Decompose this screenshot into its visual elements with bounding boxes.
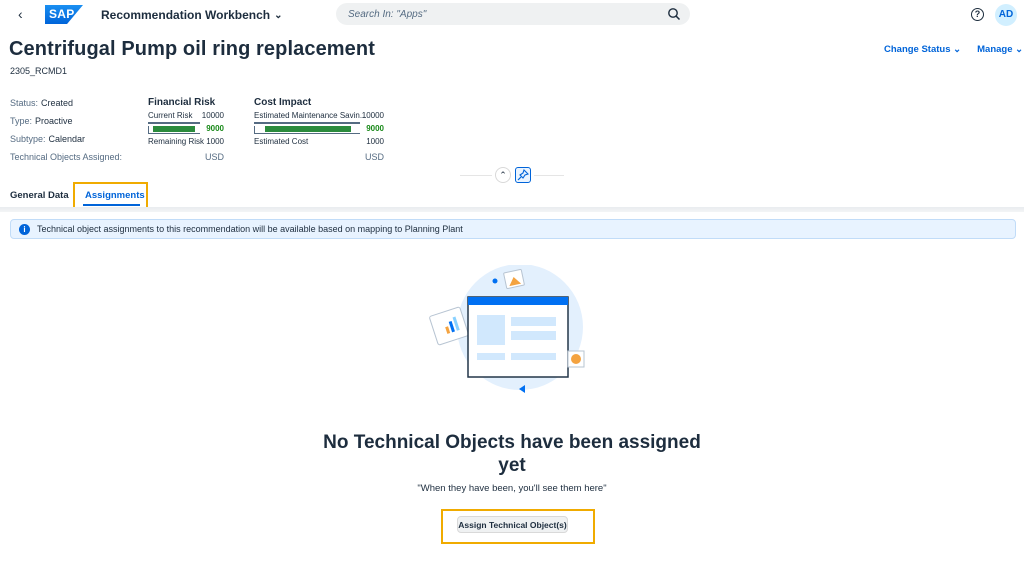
financial-risk-title: Financial Risk bbox=[148, 97, 216, 108]
callout-highlight-button bbox=[441, 509, 595, 544]
financial-risk-currency: USD bbox=[205, 152, 225, 162]
collapse-header-button[interactable]: ⌃ bbox=[495, 167, 511, 183]
info-message-text: Technical object assignments to this rec… bbox=[37, 224, 463, 234]
subtype-value: Calendar bbox=[48, 134, 86, 144]
status-label: Status: bbox=[10, 98, 39, 108]
chevron-left-icon[interactable]: ‹ bbox=[18, 6, 23, 22]
remaining-risk-label: Remaining Risk bbox=[148, 137, 205, 146]
search-input[interactable] bbox=[348, 8, 648, 20]
empty-state-subtitle: "When they have been, you'll see them he… bbox=[417, 483, 607, 494]
search-field[interactable] bbox=[336, 3, 690, 25]
bar-max-line bbox=[254, 122, 360, 124]
pin-header-button[interactable] bbox=[515, 167, 531, 183]
remaining-risk-value: 1000 bbox=[206, 137, 224, 146]
chevron-down-icon: ⌄ bbox=[1015, 44, 1024, 55]
bar-fill bbox=[153, 126, 196, 132]
object-id: 2305_RCMD1 bbox=[10, 66, 68, 76]
financial-risk-kpi: Financial Risk Current Risk 10000 9000 Re… bbox=[148, 97, 224, 150]
cost-impact-bar-value: 9000 bbox=[366, 124, 384, 133]
page-title: Centrifugal Pump oil ring replacement bbox=[9, 38, 375, 60]
estimated-cost-value: 1000 bbox=[366, 137, 384, 146]
header-attributes: Status: Created Type: Proactive Subtype: Ca… bbox=[10, 97, 122, 169]
financial-risk-bar-value: 9000 bbox=[206, 124, 224, 133]
manage-button[interactable]: Manage ⌄ bbox=[977, 44, 1023, 55]
empty-state-illustration bbox=[429, 265, 585, 393]
avatar[interactable]: AD bbox=[995, 4, 1017, 26]
chevron-down-icon: ⌄ bbox=[274, 9, 283, 21]
change-status-button[interactable]: Change Status ⌄ bbox=[884, 44, 961, 55]
current-risk-value: 10000 bbox=[201, 111, 224, 120]
shell-bar: ‹ SAP Recommendation Workbench ⌄ ? AD bbox=[0, 0, 1024, 30]
bar-max-line bbox=[148, 122, 200, 124]
help-icon[interactable]: ? bbox=[971, 8, 984, 21]
type-label: Type: bbox=[10, 116, 33, 126]
type-value: Proactive bbox=[35, 116, 73, 126]
change-status-label: Change Status bbox=[884, 44, 951, 55]
header-actions: Change Status ⌄ Manage ⌄ bbox=[884, 44, 1023, 55]
pin-icon bbox=[517, 168, 530, 181]
logo-text: SAP bbox=[49, 7, 75, 21]
info-message-strip: i Technical object assignments to this r… bbox=[10, 219, 1016, 239]
sap-logo[interactable]: SAP bbox=[45, 5, 83, 24]
estimated-cost-label: Estimated Cost bbox=[254, 137, 309, 146]
subtype-label: Subtype: bbox=[10, 134, 46, 144]
cost-impact-currency: USD bbox=[365, 152, 385, 162]
app-title: Recommendation Workbench bbox=[101, 8, 271, 22]
divider bbox=[460, 175, 492, 176]
current-risk-label: Current Risk bbox=[148, 111, 193, 120]
financial-risk-bar: 9000 bbox=[148, 122, 224, 137]
divider bbox=[534, 175, 564, 176]
search-icon[interactable] bbox=[667, 7, 681, 21]
bar-fill bbox=[265, 126, 351, 132]
savings-label: Estimated Maintenance Savin... bbox=[254, 111, 367, 120]
tab-general-data[interactable]: General Data bbox=[10, 190, 69, 201]
savings-value: 10000 bbox=[361, 111, 384, 120]
status-value: Created bbox=[41, 98, 74, 108]
app-title-menu[interactable]: Recommendation Workbench ⌄ bbox=[101, 8, 283, 22]
manage-label: Manage bbox=[977, 44, 1013, 55]
cost-impact-title: Cost Impact bbox=[254, 97, 312, 108]
image-card-icon bbox=[503, 268, 525, 290]
tech-objects-label: Technical Objects Assigned: bbox=[10, 152, 123, 162]
chevron-down-icon: ⌄ bbox=[953, 44, 962, 55]
cost-impact-kpi: Cost Impact Estimated Maintenance Savin.… bbox=[254, 97, 384, 150]
cost-impact-bar: 9000 bbox=[254, 122, 384, 137]
user-badge-icon bbox=[567, 350, 585, 368]
empty-state-title: No Technical Objects have been assigned … bbox=[323, 432, 701, 476]
info-icon: i bbox=[19, 223, 30, 235]
